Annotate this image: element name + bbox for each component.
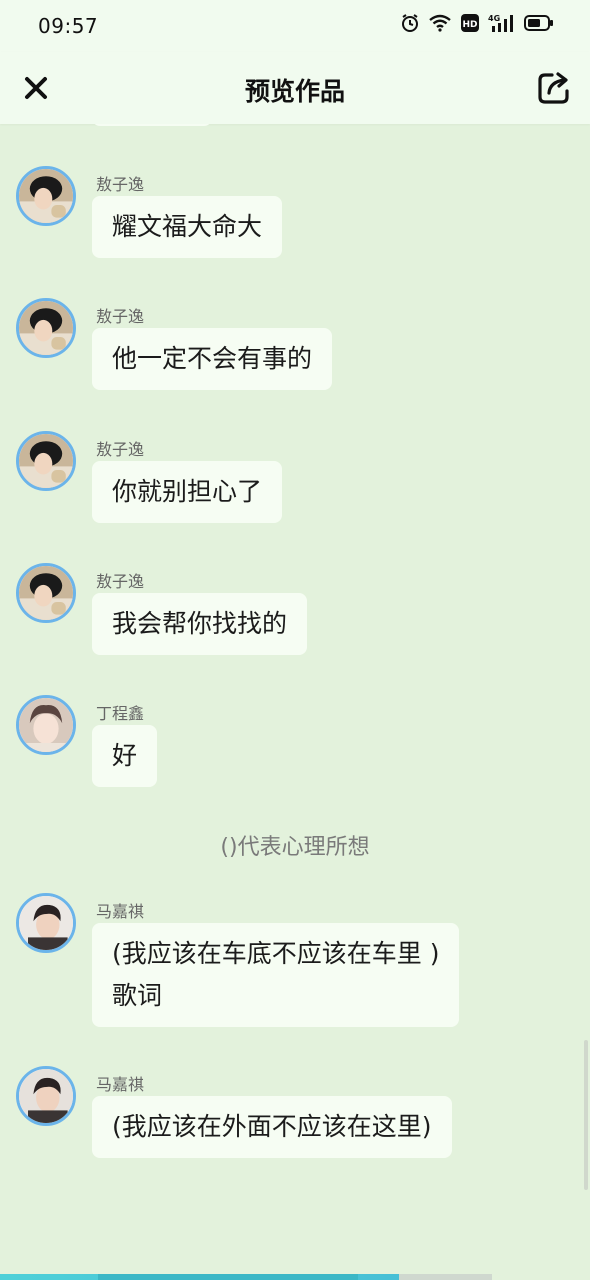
share-icon — [538, 72, 569, 104]
sender-name: 马嘉祺 — [96, 1075, 145, 1094]
narration-text: ()代表心理所想 — [220, 835, 370, 860]
message-bubble[interactable]: 好 — [92, 725, 158, 787]
sender-name: 马嘉祺 — [96, 902, 145, 921]
message-bubble[interactable]: 你就别担心了 — [92, 461, 283, 523]
share-button[interactable] — [536, 70, 572, 106]
avatar[interactable] — [16, 1066, 76, 1126]
previous-message-bubble — [92, 124, 212, 126]
cellular-signal-icon: 4G — [488, 14, 513, 32]
wifi-icon — [429, 14, 451, 32]
sender-name: 敖子逸 — [96, 307, 145, 326]
app-header: 预览作品 — [0, 52, 590, 124]
progress-segment — [98, 1274, 358, 1280]
avatar[interactable] — [16, 563, 76, 623]
message-bubble[interactable]: (我应该在车底不应该在车里 ) 歌词 — [92, 923, 460, 1027]
sender-name: 丁程鑫 — [96, 704, 145, 723]
avatar[interactable] — [16, 298, 76, 358]
svg-text:4G: 4G — [488, 14, 500, 23]
alarm-icon — [402, 14, 418, 32]
avatar[interactable] — [16, 431, 76, 491]
message-bubble[interactable]: 他一定不会有事的 — [92, 328, 333, 390]
battery-icon — [524, 15, 553, 31]
scrollbar-thumb[interactable] — [584, 1040, 588, 1190]
avatar[interactable] — [16, 893, 76, 953]
page-title: 预览作品 — [244, 77, 345, 106]
avatar[interactable] — [16, 166, 76, 226]
sender-name: 敖子逸 — [96, 175, 145, 194]
message-bubble[interactable]: 耀文福大命大 — [92, 196, 283, 258]
avatar[interactable] — [16, 695, 76, 755]
message-bubble[interactable]: (我应该在外面不应该在这里) — [92, 1096, 452, 1158]
status-time: 09:57 — [38, 14, 99, 38]
status-bar: 09:57 HD 4G — [0, 0, 590, 52]
status-icons: HD 4G — [400, 13, 554, 33]
hd-icon: HD — [461, 14, 479, 32]
sender-name: 敖子逸 — [96, 572, 145, 591]
playback-progress-bar[interactable] — [0, 1274, 492, 1280]
message-bubble[interactable]: 我会帮你找找的 — [92, 593, 308, 655]
chat-feed[interactable]: 敖子逸 耀文福大命大 敖子逸 他一定不会有事的 敖子逸 你就别担心了 敖子逸 我… — [0, 124, 590, 1274]
sender-name: 敖子逸 — [96, 440, 145, 459]
svg-text:HD: HD — [462, 20, 477, 30]
